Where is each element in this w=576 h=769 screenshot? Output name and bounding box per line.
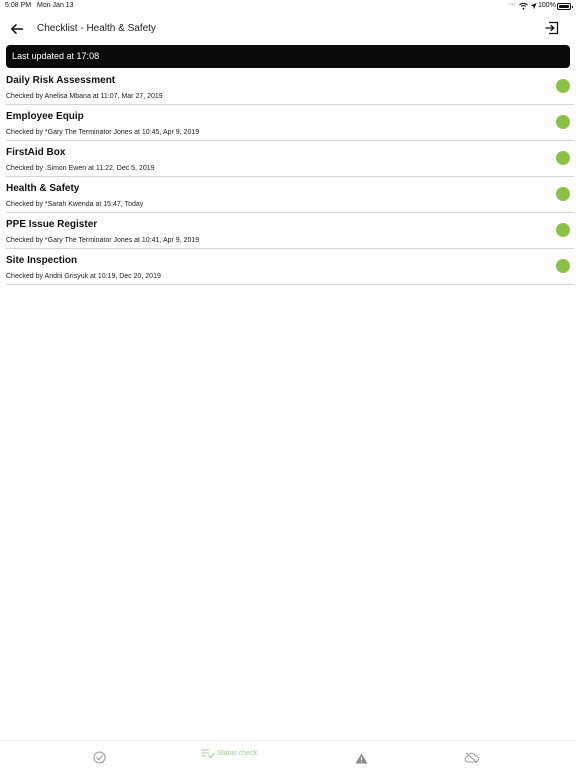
exit-icon[interactable] — [545, 21, 559, 35]
status-dot-icon — [556, 259, 570, 273]
check-circle-icon — [93, 751, 106, 764]
signal-dots-icon: ···· — [508, 1, 516, 8]
status-dot-icon — [556, 79, 570, 93]
checklist-item-checked-by: Checked by .Simon Ewen at 11:22, Dec 5, … — [6, 165, 155, 172]
status-dot-icon — [556, 187, 570, 201]
tab-bar: Status check — [0, 740, 576, 768]
navigation-bar: Checklist - Health & Safety — [0, 14, 576, 44]
battery-percent: 100% — [538, 2, 556, 9]
tab-warnings[interactable] — [345, 741, 379, 769]
checklist-item-title: FirstAid Box — [6, 147, 66, 158]
status-check-icon — [201, 749, 215, 759]
status-dot-icon — [556, 223, 570, 237]
checklist-list: Daily Risk Assessment Checked by Anelisa… — [6, 69, 574, 285]
checklist-item[interactable]: FirstAid Box Checked by .Simon Ewen at 1… — [6, 141, 574, 177]
checklist-item[interactable]: Daily Risk Assessment Checked by Anelisa… — [6, 69, 574, 105]
page-title: Checklist - Health & Safety — [37, 23, 156, 34]
tab-status-check-label: Status check — [217, 750, 258, 757]
battery-icon — [557, 3, 573, 10]
checklist-item-title: Employee Equip — [6, 111, 84, 122]
back-arrow-icon[interactable] — [9, 21, 25, 37]
cloud-off-icon — [464, 752, 479, 763]
last-updated-banner: Last updated at 17:08 — [6, 45, 570, 68]
checklist-item-title: Daily Risk Assessment — [6, 75, 116, 86]
status-date: Mon Jan 13 — [37, 2, 74, 9]
status-dot-icon — [556, 115, 570, 129]
checklist-item[interactable]: PPE Issue Register Checked by *Gary The … — [6, 213, 574, 249]
checklist-item-title: Health & Safety — [6, 183, 80, 194]
warning-icon — [355, 753, 368, 764]
tab-sync[interactable] — [455, 741, 489, 769]
checklist-item-checked-by: Checked by *Gary The Terminator Jones at… — [6, 129, 200, 136]
checklist-item-checked-by: Checked by *Sarah Kwenda at 15:47, Today — [6, 201, 144, 208]
location-icon — [530, 2, 537, 10]
checklist-item-checked-by: Checked by Anelisa Mbana at 11:07, Mar 2… — [6, 93, 163, 100]
checklist-item[interactable]: Employee Equip Checked by *Gary The Term… — [6, 105, 574, 141]
status-time: 5:08 PM — [5, 2, 32, 9]
checklist-item[interactable]: Health & Safety Checked by *Sarah Kwenda… — [6, 177, 574, 213]
tab-checklist[interactable] — [80, 741, 120, 769]
wifi-icon — [519, 2, 528, 10]
status-bar: 5:08 PM Mon Jan 13 ···· 100% — [0, 0, 576, 13]
checklist-item-title: Site Inspection — [6, 255, 78, 266]
checklist-item-checked-by: Checked by Andrii Grisyuk at 10:19, Dec … — [6, 273, 161, 280]
checklist-item-title: PPE Issue Register — [6, 219, 98, 230]
checklist-item[interactable]: Site Inspection Checked by Andrii Grisyu… — [6, 249, 574, 285]
last-updated-text: Last updated at 17:08 — [12, 51, 100, 61]
checklist-item-checked-by: Checked by *Gary The Terminator Jones at… — [6, 237, 200, 244]
status-dot-icon — [556, 151, 570, 165]
tab-status-check[interactable]: Status check — [198, 741, 268, 769]
